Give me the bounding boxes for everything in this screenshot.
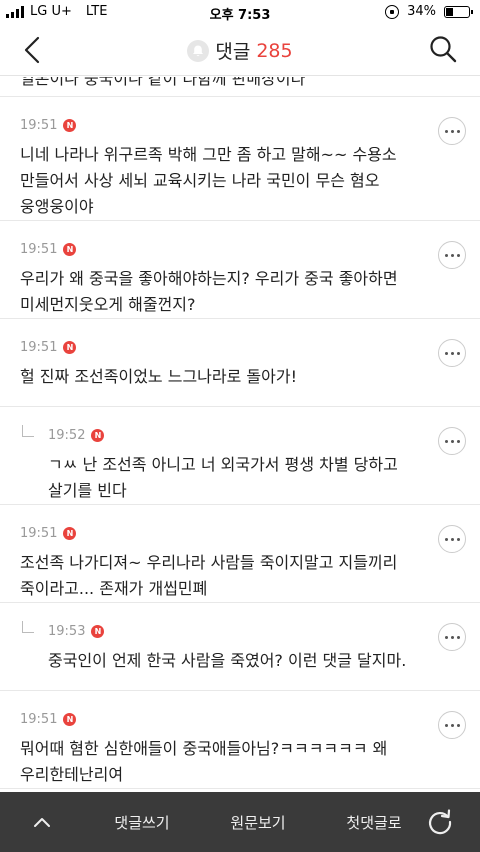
comment-text: ㄱㅆ 난 조선족 아니고 너 외국가서 평생 차별 당하고 살기를 빈다	[48, 455, 398, 500]
new-badge: N	[63, 242, 77, 256]
reply-comment: 19:52 N ㄱㅆ 난 조선족 아니고 너 외국가서 평생 차별 당하고 살기를 …	[0, 407, 480, 505]
comment-list[interactable]: 일본이나 중국이나 같이 다함께 판매장이다 19:51 N 니네 나라나 위구르족…	[0, 77, 480, 792]
comment-text: 조선족 나가디져~ 우리나라 사람들 죽이지말고 지들끼리 죽이라고... 존재…	[20, 553, 398, 598]
refresh-icon[interactable]	[426, 808, 454, 836]
comment-text: 우리가 왜 중국을 좋아해야하는지? 우리가 중국 좋아하면 미세먼지웃오게 해…	[20, 269, 398, 314]
reply-arrow-icon	[22, 425, 34, 437]
new-badge: N	[63, 118, 77, 132]
page-title: 댓글 285	[0, 37, 480, 64]
rotation-lock-icon	[385, 4, 400, 19]
more-options-button[interactable]	[438, 525, 466, 553]
new-badge: N	[91, 624, 105, 638]
bell-icon[interactable]	[187, 39, 210, 62]
title-label: 댓글	[215, 41, 251, 63]
comment-meta: 19:53 N	[48, 623, 420, 639]
partial-comment: 일본이나 중국이나 같이 다함께 판매장이다	[0, 77, 480, 97]
comment-item: 19:51 N 뭐어때 혐한 심한애들이 중국애들아님?ㅋㅋㅋㅋㅋㅋ 왜 우리한테난…	[0, 691, 480, 789]
comment-meta: 19:51 N	[20, 241, 420, 257]
more-options-button[interactable]	[438, 711, 466, 739]
new-badge: N	[91, 428, 105, 442]
battery-fill	[446, 7, 454, 16]
comment-time: 19:53	[48, 623, 86, 639]
comment-meta: 19:51 N	[20, 339, 420, 355]
comment-time: 19:52	[48, 427, 86, 443]
battery-percent: 34%	[407, 4, 436, 19]
comment-item: 19:51 N 니네 나라나 위구르족 박해 그만 좀 하고 말해~~ 수용소 만들…	[0, 97, 480, 221]
write-comment-button[interactable]: 댓글쓰기	[84, 812, 200, 833]
comment-text: 헐 진짜 조선족이었노 느그나라로 돌아가!	[20, 367, 297, 386]
comment-item: 19:51 N 조선족 나가디져~ 우리나라 사람들 죽이지말고 지들끼리 죽이라고…	[0, 505, 480, 603]
comment-meta: 19:51 N	[20, 711, 420, 727]
reply-comment: 19:53 N 중국인이 언제 한국 사람을 죽였어? 이런 댓글 달지마.	[0, 603, 480, 691]
comment-time: 19:51	[20, 117, 58, 133]
comment-time: 19:51	[20, 525, 58, 541]
comment-meta: 19:51 N	[20, 117, 420, 133]
view-original-button[interactable]: 원문보기	[200, 812, 316, 833]
search-icon[interactable]	[428, 34, 458, 64]
comment-item: 19:51 N 헐 진짜 조선족이었노 느그나라로 돌아가!	[0, 319, 480, 407]
more-options-button[interactable]	[438, 339, 466, 367]
new-badge: N	[63, 712, 77, 726]
comment-count: 285	[256, 39, 293, 62]
comment-meta: 19:52 N	[48, 427, 420, 443]
reply-arrow-icon	[22, 621, 34, 633]
first-comment-button[interactable]: 첫댓글로	[316, 812, 432, 833]
more-options-button[interactable]	[438, 241, 466, 269]
more-options-button[interactable]	[438, 623, 466, 651]
comment-time: 19:51	[20, 241, 58, 257]
comment-text: 니네 나라나 위구르족 박해 그만 좀 하고 말해~~ 수용소 만들어서 사상 …	[20, 145, 397, 216]
bottom-toolbar: 댓글쓰기 원문보기 첫댓글로	[0, 792, 480, 852]
status-right: 34%	[385, 4, 473, 19]
more-options-button[interactable]	[438, 427, 466, 455]
comment-text: 뭐어때 혐한 심한애들이 중국애들아님?ㅋㅋㅋㅋㅋㅋ 왜 우리한테난리여	[20, 739, 388, 784]
new-badge: N	[63, 340, 77, 354]
new-badge: N	[63, 526, 77, 540]
comment-text: 중국인이 언제 한국 사람을 죽였어? 이런 댓글 달지마.	[48, 651, 407, 670]
comment-meta: 19:51 N	[20, 525, 420, 541]
app-header: 댓글 285	[0, 24, 480, 76]
scroll-top-button[interactable]	[0, 792, 84, 852]
partial-comment-text: 일본이나 중국이나 같이 다함께 판매장이다	[20, 77, 306, 88]
more-options-button[interactable]	[438, 117, 466, 145]
chevron-up-icon	[34, 818, 50, 827]
comment-time: 19:51	[20, 339, 58, 355]
comment-time: 19:51	[20, 711, 58, 727]
status-bar: LG U+ LTE 오후 7:53 34%	[0, 0, 480, 24]
comment-item: 19:51 N 우리가 왜 중국을 좋아해야하는지? 우리가 중국 좋아하면 미세먼…	[0, 221, 480, 319]
battery-icon	[444, 5, 473, 18]
